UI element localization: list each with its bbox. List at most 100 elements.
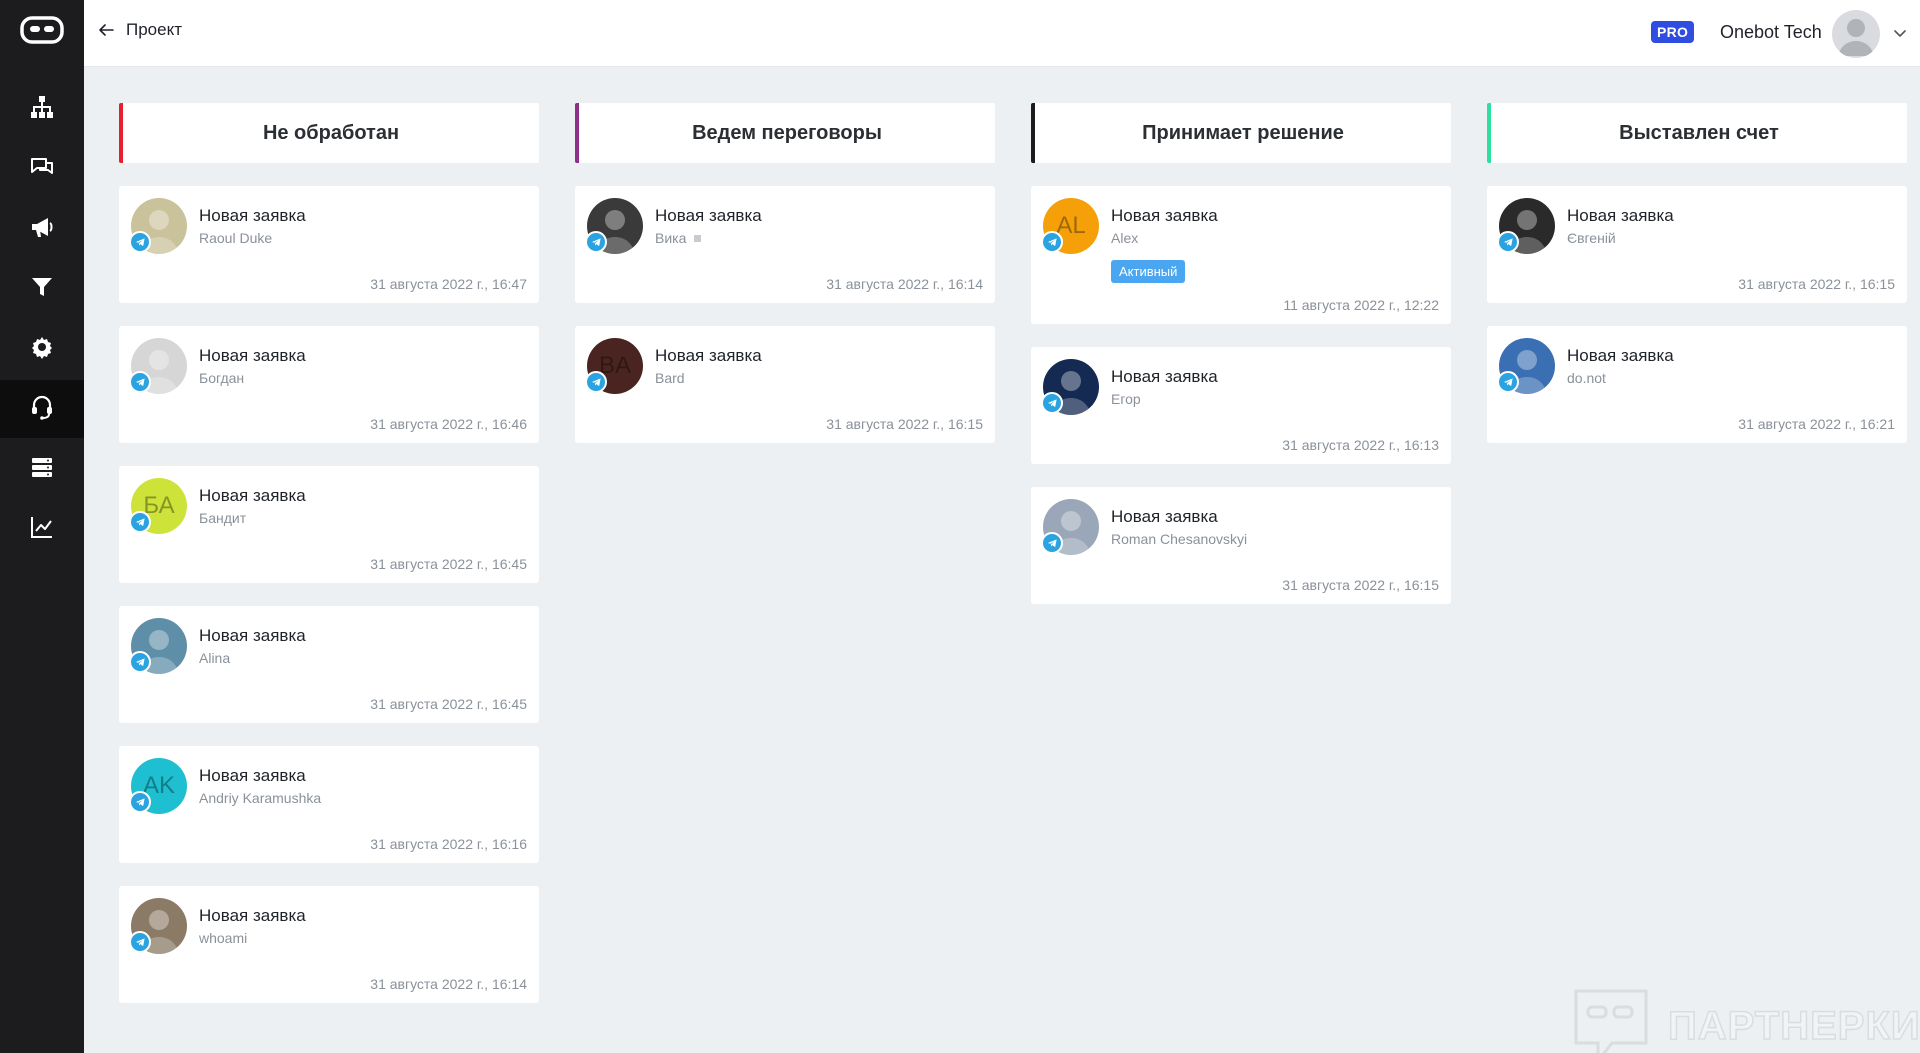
contact-name: Raoul Duke xyxy=(199,230,273,246)
column-title[interactable]: Выставлен счет xyxy=(1487,103,1907,163)
contact-name-row: Roman Chesanovskyi xyxy=(1111,531,1247,547)
contact-name: Бандит xyxy=(199,510,247,526)
pipeline-column: Принимает решение AL Новая заявка Alex Актив… xyxy=(1031,103,1451,604)
card-title: Новая заявка xyxy=(1111,206,1218,225)
sidebar-item-analytics[interactable] xyxy=(0,500,84,558)
card-title: Новая заявка xyxy=(199,906,306,925)
card-date: 31 августа 2022 г., 16:21 xyxy=(1738,416,1895,432)
card-date: 31 августа 2022 г., 16:15 xyxy=(826,416,983,432)
card-title: Новая заявка xyxy=(655,206,762,225)
structure-icon xyxy=(29,94,55,125)
lead-card[interactable]: BA Новая заявка Bard 31 августа 2022 г., 16… xyxy=(575,326,995,443)
pipeline-column: Не обработан Новая заявка Raoul Duke 31 авг… xyxy=(119,103,539,1003)
telegram-icon xyxy=(585,371,607,393)
plan-badge: PRO xyxy=(1651,21,1695,43)
contact-name: Andriy Karamushka xyxy=(199,790,322,806)
card-title: Новая заявка xyxy=(199,766,306,785)
card-date: 31 августа 2022 г., 16:14 xyxy=(826,276,983,292)
chat-icon xyxy=(29,154,55,185)
lead-card[interactable]: Новая заявка do.not 31 августа 2022 г., 16… xyxy=(1487,326,1907,443)
lead-card[interactable]: Новая заявка whoami 31 августа 2022 г., 16… xyxy=(119,886,539,1003)
card-date: 31 августа 2022 г., 16:14 xyxy=(370,976,527,992)
contact-name-row: Bard xyxy=(655,370,685,386)
contact-name: Alex xyxy=(1111,230,1139,246)
sidebar-item-megaphone[interactable] xyxy=(0,200,84,258)
lead-card[interactable]: Новая заявка Alina 31 августа 2022 г., 16:… xyxy=(119,606,539,723)
sidebar-item-filter[interactable] xyxy=(0,260,84,318)
telegram-icon xyxy=(1497,371,1519,393)
contact-name-row: Егор xyxy=(1111,391,1141,407)
card-title: Новая заявка xyxy=(199,626,306,645)
contact-name-row: whoami xyxy=(199,930,247,946)
database-icon xyxy=(29,454,55,485)
card-date: 31 августа 2022 г., 16:45 xyxy=(370,696,527,712)
gear-icon xyxy=(29,334,55,365)
sidebar-item-database[interactable] xyxy=(0,440,84,498)
watermark: ПАРТНЕРКИН xyxy=(1572,985,1920,1053)
organization-name[interactable]: Onebot Tech xyxy=(1720,22,1822,43)
telegram-icon xyxy=(1041,532,1063,554)
megaphone-icon xyxy=(29,214,55,245)
contact-name-row: do.not xyxy=(1567,370,1606,386)
sidebar-item-chat[interactable] xyxy=(0,140,84,198)
lead-card[interactable]: Новая заявка Вика 31 августа 2022 г., 16:1… xyxy=(575,186,995,303)
card-date: 31 августа 2022 г., 16:47 xyxy=(370,276,527,292)
telegram-icon xyxy=(129,651,151,673)
card-title: Новая заявка xyxy=(655,346,762,365)
contact-name: Alina xyxy=(199,650,231,666)
contact-name-row: Євгеній xyxy=(1567,230,1616,246)
contact-name-row: Бандит xyxy=(199,510,246,526)
card-date: 11 августа 2022 г., 12:22 xyxy=(1283,297,1439,313)
card-title: Новая заявка xyxy=(1567,346,1674,365)
lead-card[interactable]: Новая заявка Богдан 31 августа 2022 г., 16… xyxy=(119,326,539,443)
contact-name: Вика xyxy=(655,230,687,246)
sidebar-item-gear[interactable] xyxy=(0,320,84,378)
app-logo-icon[interactable] xyxy=(20,14,64,46)
contact-name: Roman Chesanovskyi xyxy=(1111,531,1248,547)
card-title: Новая заявка xyxy=(199,486,306,505)
lead-card[interactable]: Новая заявка Євгеній 31 августа 2022 г., 1… xyxy=(1487,186,1907,303)
card-title: Новая заявка xyxy=(1111,507,1218,526)
contact-name: Егор xyxy=(1111,391,1141,407)
chevron-down-icon[interactable] xyxy=(1892,25,1908,41)
telegram-icon xyxy=(1497,231,1519,253)
lead-card[interactable]: Новая заявка Roman Chesanovskyi 31 августа… xyxy=(1031,487,1451,604)
contact-name-row: Alina xyxy=(199,650,230,666)
card-date: 31 августа 2022 г., 16:16 xyxy=(370,836,527,852)
card-date: 31 августа 2022 г., 16:13 xyxy=(1282,437,1439,453)
lead-card[interactable]: AK Новая заявка Andriy Karamushka 31 август… xyxy=(119,746,539,863)
column-title[interactable]: Не обработан xyxy=(119,103,539,163)
kanban-board: Не обработан Новая заявка Raoul Duke 31 авг… xyxy=(84,67,1920,1053)
telegram-icon xyxy=(129,791,151,813)
lead-card[interactable]: Новая заявка Raoul Duke 31 августа 2022 г.… xyxy=(119,186,539,303)
lead-card[interactable]: AL Новая заявка Alex Активный 11 августа 202… xyxy=(1031,186,1451,324)
card-date: 31 августа 2022 г., 16:46 xyxy=(370,416,527,432)
analytics-icon xyxy=(29,514,55,545)
telegram-icon xyxy=(129,371,151,393)
contact-name-row: Вика xyxy=(655,230,702,246)
card-title: Новая заявка xyxy=(1111,367,1218,386)
column-title[interactable]: Ведем переговоры xyxy=(575,103,995,163)
contact-name-row: Богдан xyxy=(199,370,244,386)
card-title: Новая заявка xyxy=(199,206,306,225)
contact-name: Bard xyxy=(655,370,685,386)
pipeline-column: Выставлен счет Новая заявка Євгеній 31 авгу… xyxy=(1487,103,1907,443)
column-title[interactable]: Принимает решение xyxy=(1031,103,1451,163)
sidebar-item-structure[interactable] xyxy=(0,80,84,138)
user-avatar[interactable] xyxy=(1832,10,1880,58)
sidebar-item-support-headset[interactable] xyxy=(0,380,84,438)
lead-card[interactable]: БА Новая заявка Бандит 31 августа 2022 г., … xyxy=(119,466,539,583)
contact-name: do.not xyxy=(1567,370,1606,386)
arrow-left-icon xyxy=(99,24,114,36)
sidebar xyxy=(0,0,84,1053)
watermark-logo-icon xyxy=(1574,989,1648,1053)
lead-card[interactable]: Новая заявка Егор 31 августа 2022 г., 16:1… xyxy=(1031,347,1451,464)
contact-name-row: Alex xyxy=(1111,230,1138,246)
back-button[interactable]: Проект xyxy=(98,20,182,40)
contact-name: Богдан xyxy=(199,370,245,386)
pipeline-column: Ведем переговоры Новая заявка Вика 31 авгус… xyxy=(575,103,995,443)
telegram-icon xyxy=(129,931,151,953)
card-date: 31 августа 2022 г., 16:45 xyxy=(370,556,527,572)
contact-name: whoami xyxy=(199,930,248,946)
tag-marker-icon xyxy=(694,234,702,242)
